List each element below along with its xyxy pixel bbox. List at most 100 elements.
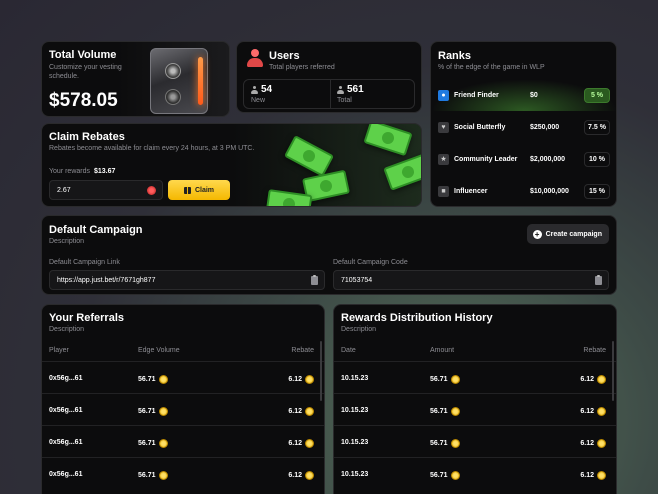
- star-icon: ★: [438, 153, 449, 165]
- value-text: 56.71: [430, 408, 448, 415]
- total-volume-amount: $578.05: [49, 90, 118, 111]
- campaign-link-field[interactable]: https://app.just.bet/r/7671gh877: [49, 270, 325, 290]
- total-volume-subtitle: Customize your vesting schedule.: [49, 64, 122, 80]
- copy-icon[interactable]: [595, 275, 602, 285]
- money-bill-icon: [363, 124, 413, 157]
- table-row[interactable]: 10.15.23 56.71 6.12: [334, 361, 616, 393]
- value-text: 56.71: [430, 376, 448, 383]
- new-users-label: New: [251, 97, 266, 104]
- gift-icon: [183, 186, 191, 194]
- campaign-subtitle: Description: [49, 238, 85, 245]
- person-badge-icon: ●: [438, 89, 449, 101]
- campaign-link-value: https://app.just.bet/r/7671gh877: [57, 277, 156, 284]
- campaign-link-label: Default Campaign Link: [49, 259, 120, 266]
- referrals-title: Your Referrals: [49, 312, 124, 324]
- rank-prize: $0: [530, 91, 538, 99]
- users-card: Users Total players referred 54 New 561 …: [236, 41, 422, 113]
- copy-icon[interactable]: [311, 275, 318, 285]
- table-row[interactable]: 10.15.23 56.71 6.12: [334, 425, 616, 457]
- column-header-rebate: Rebate: [291, 347, 314, 354]
- campaign-code-value: 71053754: [341, 277, 373, 284]
- scrollbar[interactable]: [320, 341, 322, 401]
- value-text: 6.12: [288, 376, 302, 383]
- total-volume-card: Total Volume Customize your vesting sche…: [41, 41, 230, 117]
- plus-icon: +: [532, 229, 542, 239]
- rank-name: Community Leader: [454, 155, 518, 163]
- edge-volume-cell: 56.71: [138, 439, 168, 448]
- date-cell: 10.15.23: [341, 439, 369, 446]
- rebate-cell: 6.12: [288, 407, 314, 416]
- amount-cell: 56.71: [430, 375, 460, 384]
- history-title: Rewards Distribution History: [341, 312, 493, 324]
- coin-icon: [305, 439, 314, 448]
- rank-prize: $2,000,000: [530, 155, 566, 163]
- claim-button-label: Claim: [194, 186, 215, 194]
- value-text: 6.12: [580, 472, 594, 479]
- user-small-icon: [251, 85, 258, 94]
- coin-icon: [158, 471, 168, 480]
- token-coin-icon: [147, 186, 156, 195]
- value-text: 6.12: [288, 472, 302, 479]
- scrollbar[interactable]: [612, 341, 614, 401]
- rewards-line: Your rewards $13.67: [49, 168, 115, 175]
- users-subtitle: Total players referred: [269, 64, 335, 71]
- table-row[interactable]: 10.15.23 56.71 6.12: [334, 457, 616, 489]
- column-header-amount: Amount: [430, 347, 455, 354]
- table-row[interactable]: 0x56g...61 56.71 6.12: [42, 425, 324, 457]
- value-text: 6.12: [580, 440, 594, 447]
- campaign-code-field[interactable]: 71053754: [333, 270, 609, 290]
- rebate-cell: 6.12: [288, 375, 314, 384]
- user-icon: [247, 49, 263, 67]
- amount-cell: 56.71: [430, 439, 460, 448]
- coin-icon: [597, 439, 606, 448]
- table-row[interactable]: 10.15.23 56.71 6.12: [334, 393, 616, 425]
- rank-row-community-leader[interactable]: ★ Community Leader $2,000,000 10 %: [431, 143, 616, 175]
- coin-icon: [597, 375, 606, 384]
- edge-volume-cell: 56.71: [138, 471, 168, 480]
- column-header-player: Player: [49, 347, 69, 354]
- total-users-count: 561: [347, 84, 364, 95]
- total-volume-title: Total Volume: [49, 49, 117, 61]
- claim-subtitle: Rebates become available for claim every…: [49, 145, 255, 152]
- money-bill-icon: [283, 135, 335, 177]
- claim-amount-input[interactable]: 2.67: [49, 180, 163, 200]
- claim-button[interactable]: Claim: [168, 180, 230, 200]
- coin-icon: [158, 439, 168, 448]
- coin-icon: [597, 407, 606, 416]
- rank-row-social-butterfly[interactable]: ♥ Social Butterfly $250,000 7.5 %: [431, 111, 616, 143]
- column-header-date: Date: [341, 347, 356, 354]
- total-users-stat: 561 Total: [337, 84, 364, 104]
- claim-amount-value: 2.67: [57, 187, 71, 194]
- coin-icon: [305, 407, 314, 416]
- rank-prize: $250,000: [530, 123, 560, 131]
- user-small-icon: [337, 85, 344, 94]
- table-row[interactable]: 0x56g...61 56.71 6.12: [42, 393, 324, 425]
- date-cell: 10.15.23: [341, 471, 369, 478]
- claim-title: Claim Rebates: [49, 131, 125, 143]
- coin-icon: [158, 407, 168, 416]
- new-users-count: 54: [261, 84, 273, 95]
- rank-name: Social Butterfly: [454, 123, 506, 131]
- rewards-label: Your rewards: [49, 168, 90, 175]
- megaphone-icon: ■: [438, 185, 449, 197]
- vault-safe-icon: [150, 48, 208, 114]
- total-users-label: Total: [337, 97, 352, 104]
- table-row[interactable]: 0x56g...61 56.71 6.12: [42, 457, 324, 489]
- rank-percent: 10 %: [584, 151, 610, 167]
- rank-row-friend-finder[interactable]: ● Friend Finder $0 5 %: [431, 79, 616, 111]
- users-title: Users: [269, 50, 300, 62]
- table-row[interactable]: 0x56g...61 56.71 6.12: [42, 361, 324, 393]
- edge-volume-cell: 56.71: [138, 407, 168, 416]
- rank-percent: 7.5 %: [584, 119, 610, 135]
- rank-row-influencer[interactable]: ■ Influencer $10,000,000 15 %: [431, 175, 616, 206]
- new-users-stat: 54 New: [251, 84, 272, 104]
- value-text: 56.71: [138, 408, 156, 415]
- rewards-value: $13.67: [94, 168, 116, 175]
- create-campaign-button[interactable]: + Create campaign: [526, 224, 609, 244]
- rank-name: Influencer: [454, 187, 488, 195]
- value-text: 6.12: [288, 440, 302, 447]
- referrals-subtitle: Description: [49, 326, 85, 333]
- value-text: 6.12: [580, 408, 594, 415]
- claim-rebates-card: Claim Rebates Rebates become available f…: [41, 123, 422, 207]
- ranks-subtitle: % of the edge of the game in WLP: [438, 64, 545, 71]
